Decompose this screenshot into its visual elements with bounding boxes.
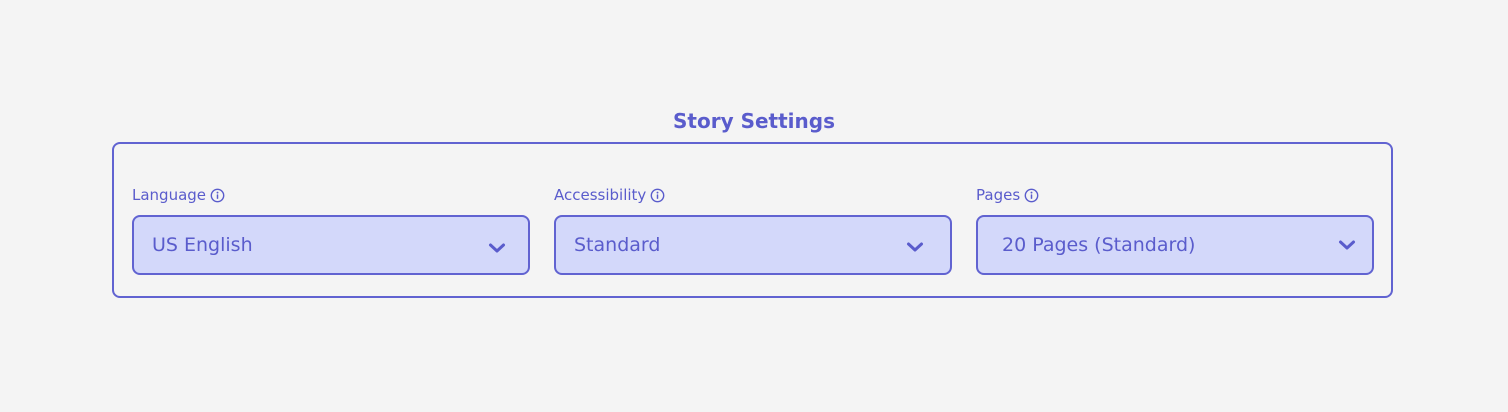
language-select-value: US English: [152, 234, 253, 256]
chevron-down-icon: [488, 239, 506, 253]
accessibility-label: Accessibility: [554, 186, 647, 204]
accessibility-select[interactable]: Standard: [554, 215, 952, 275]
language-field: Language US English: [132, 184, 530, 275]
info-circle-icon[interactable]: [649, 187, 665, 203]
pages-select[interactable]: 20 Pages (Standard): [976, 215, 1374, 275]
pages-label-row: Pages: [976, 184, 1374, 206]
pages-label: Pages: [976, 186, 1021, 204]
accessibility-select-value: Standard: [574, 234, 661, 256]
chevron-down-icon: [906, 238, 924, 252]
info-circle-icon[interactable]: [209, 187, 225, 203]
section-title: Story Settings: [673, 109, 835, 133]
language-label: Language: [132, 186, 207, 204]
accessibility-field: Accessibility Standard: [554, 184, 952, 275]
story-settings-page: Story Settings Language US English Acces…: [0, 0, 1508, 412]
language-label-row: Language: [132, 184, 530, 206]
chevron-down-icon: [1338, 236, 1356, 250]
pages-select-value: 20 Pages (Standard): [1002, 234, 1196, 256]
settings-panel: Language US English Accessibility Standa…: [112, 142, 1393, 298]
language-select[interactable]: US English: [132, 215, 530, 275]
accessibility-label-row: Accessibility: [554, 184, 952, 206]
info-circle-icon[interactable]: [1023, 187, 1039, 203]
pages-field: Pages 20 Pages (Standard): [976, 184, 1374, 275]
